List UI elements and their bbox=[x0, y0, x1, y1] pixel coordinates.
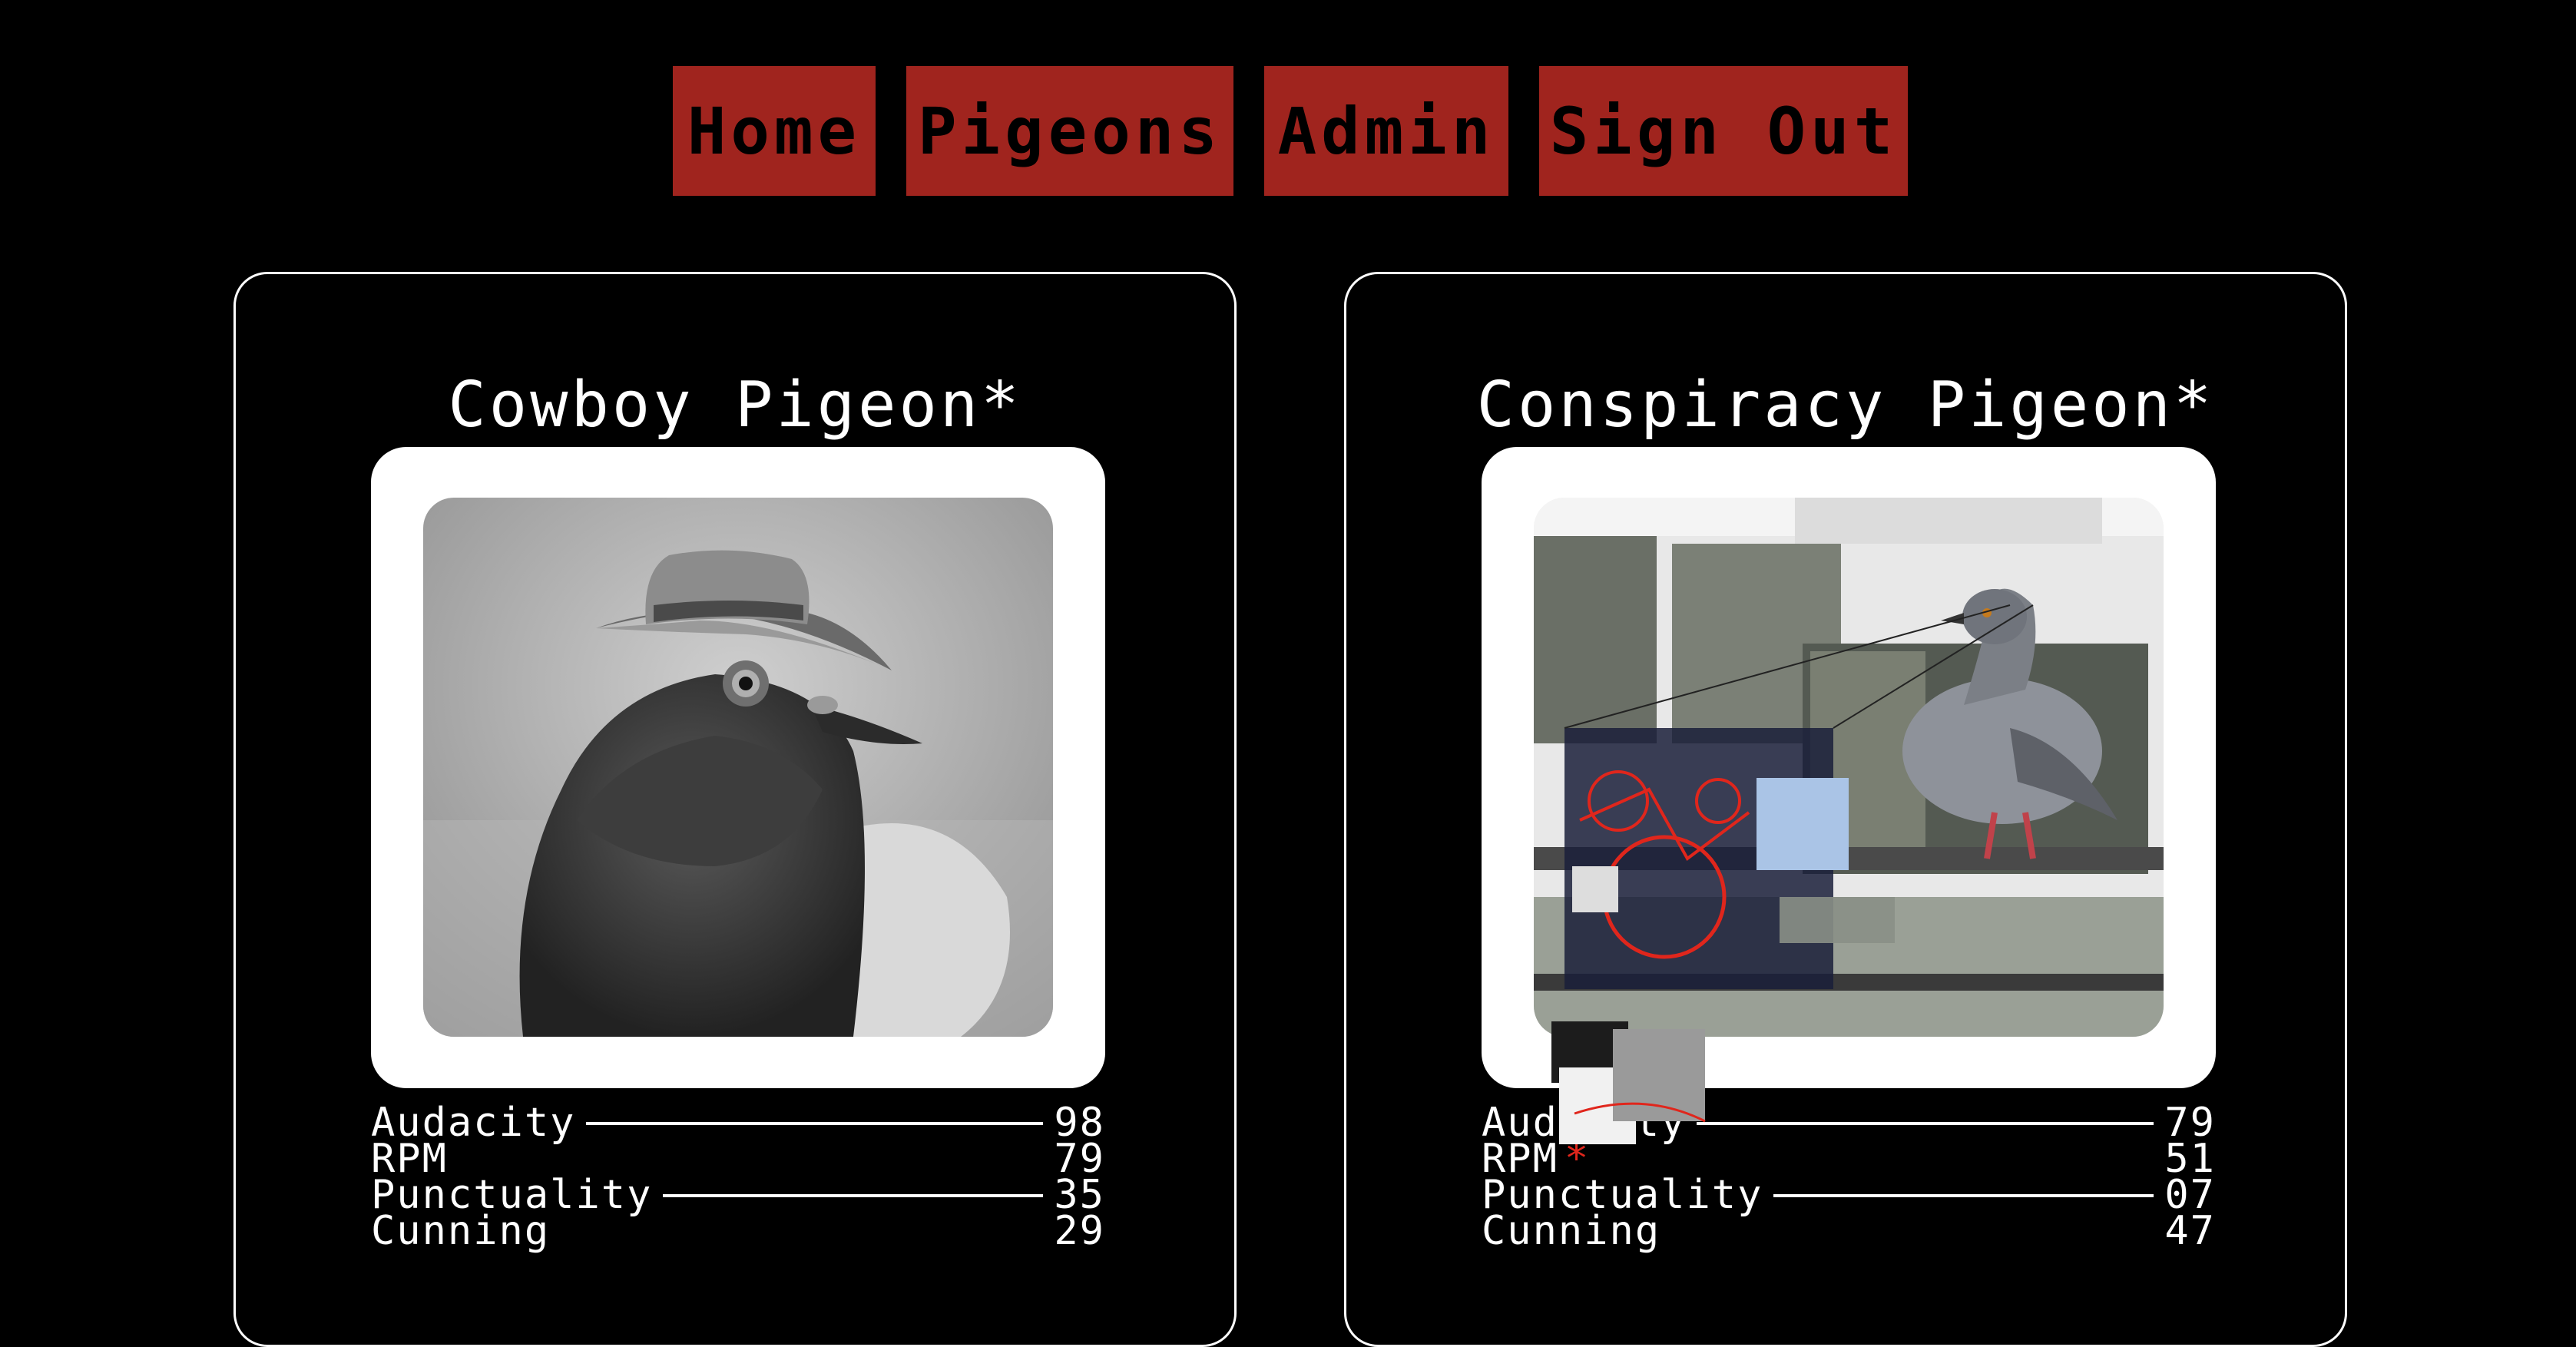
conspiracy-collage-overlay bbox=[1550, 998, 1766, 1193]
stat-leader-line bbox=[586, 1121, 1044, 1125]
photo-frame bbox=[1482, 447, 2216, 1088]
stat-row-audacity: Audacity 98 bbox=[371, 1103, 1105, 1143]
photo-frame bbox=[371, 447, 1105, 1088]
card-title: Conspiracy Pigeon* bbox=[1476, 369, 2215, 442]
card-title: Cowboy Pigeon* bbox=[448, 369, 1022, 442]
stat-row-cunning: Cunning 47 bbox=[1482, 1208, 2216, 1254]
pigeon-card-cowboy[interactable]: Cowboy Pigeon* Audacity 98 RPM 79 Punctu… bbox=[233, 272, 1237, 1347]
stat-row-cunning: Cunning 29 bbox=[371, 1208, 1105, 1254]
nav-home-button[interactable]: Home bbox=[673, 66, 876, 196]
stat-label: Cunning bbox=[1482, 1208, 1661, 1254]
stat-leader-line bbox=[1773, 1193, 2154, 1197]
nav-pigeons-button[interactable]: Pigeons bbox=[906, 66, 1233, 196]
stat-value: 47 bbox=[2164, 1208, 2216, 1254]
nav-admin-button[interactable]: Admin bbox=[1264, 66, 1508, 196]
conspiracy-pigeon-image bbox=[1534, 498, 2164, 1037]
stat-leader-line bbox=[459, 1158, 1043, 1161]
cowboy-pigeon-image bbox=[423, 498, 1053, 1037]
stat-label: Cunning bbox=[371, 1208, 551, 1254]
stat-leader-line bbox=[561, 1230, 1043, 1233]
pigeon-photo bbox=[423, 498, 1053, 1037]
collage-clippings bbox=[1550, 1021, 1706, 1193]
stat-leader-line bbox=[1671, 1230, 2154, 1233]
main-nav: Home Pigeons Admin Sign Out bbox=[0, 66, 2576, 196]
stats-list: Audacity 98 RPM 79 Punctuality 35 Cunnin… bbox=[371, 1103, 1105, 1254]
stat-leader-line bbox=[663, 1193, 1044, 1197]
pigeon-card-conspiracy[interactable]: Conspiracy Pigeon* 79 RPM * 51 Punctuali… bbox=[1344, 272, 2347, 1347]
nav-sign-out-button[interactable]: Sign Out bbox=[1539, 66, 1908, 196]
pigeon-photo bbox=[1534, 498, 2164, 1037]
stat-value: 29 bbox=[1054, 1208, 1105, 1254]
